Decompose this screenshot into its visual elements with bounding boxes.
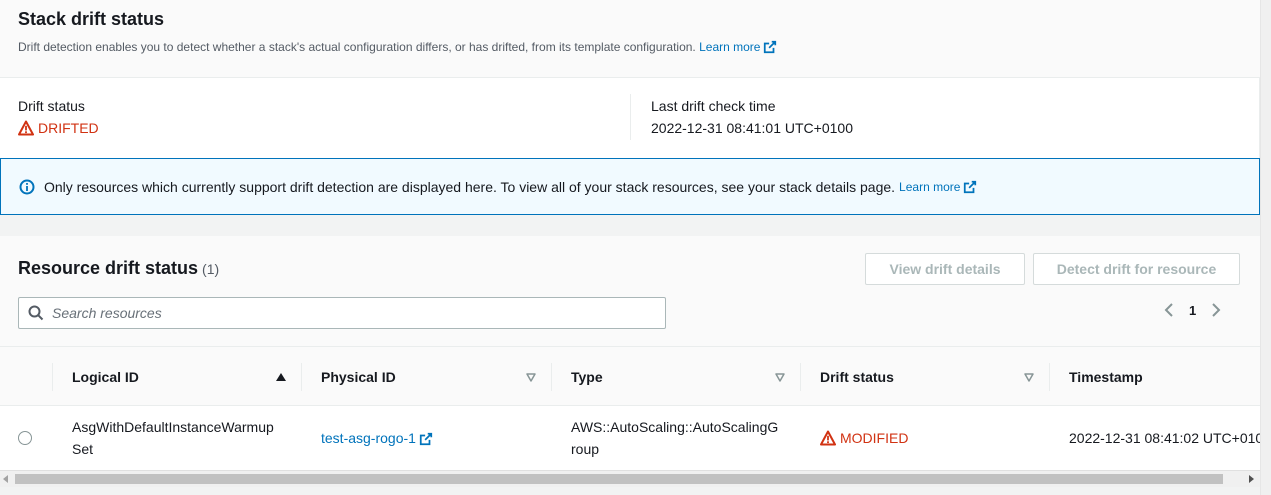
resource-drift-title-text: Resource drift status [18,258,199,278]
resource-drift-title: Resource drift status (1) [18,258,219,279]
view-drift-details-button[interactable]: View drift details [865,253,1025,285]
description-text: Drift detection enables you to detect wh… [18,40,696,54]
drift-status-text: DRIFTED [38,120,99,136]
column-divider [52,363,53,391]
resource-count: (1) [202,261,220,277]
resource-drift-section: Resource drift status (1) View drift deta… [0,236,1260,346]
column-label: Timestamp [1069,369,1143,385]
sort-icon [526,373,536,382]
search-icon [28,305,44,321]
logical-id-text: AsgWithDefaultInstanceWarmupSet [72,419,274,457]
pagination: 1 [1163,302,1222,318]
column-divider [1049,363,1050,391]
learn-more-link[interactable]: Learn more [699,40,777,54]
last-check-block: Last drift check time 2022-12-31 08:41:0… [630,94,853,140]
search-input[interactable] [52,305,632,321]
cell-type: AWS::AutoScaling::AutoScalingGroup [551,406,800,470]
sort-ascending-icon [276,373,286,381]
stack-drift-description: Drift detection enables you to detect wh… [18,40,777,54]
type-text: AWS::AutoScaling::AutoScalingGroup [571,419,779,457]
learn-more-label: Learn more [699,40,761,54]
physical-id-link[interactable]: test-asg-rogo-1 [321,430,433,446]
resource-table: Logical ID Physical ID Type Drift status… [0,346,1260,470]
sort-icon [775,373,785,382]
search-box [18,297,666,329]
row-select-radio[interactable] [18,431,32,445]
column-header-physical-id[interactable]: Physical ID [301,347,551,407]
info-banner-text: Only resources which currently support d… [44,178,896,195]
stack-drift-header: Stack drift status Drift detection enabl… [0,0,1260,78]
timestamp-text: 2022-12-31 08:41:02 UTC+0100 [1069,430,1260,446]
external-link-icon [419,432,433,446]
column-header-drift-status[interactable]: Drift status [800,347,1049,407]
scroll-right-arrow-icon[interactable] [1249,475,1254,483]
vertical-scrollbar[interactable] [1260,0,1271,495]
column-divider [301,363,302,391]
page-bottom [0,487,1260,495]
last-check-label: Last drift check time [651,98,776,114]
column-header-timestamp[interactable]: Timestamp [1049,347,1260,407]
page-number[interactable]: 1 [1189,303,1196,318]
info-learn-more-label: Learn more [899,179,961,194]
column-label: Type [571,369,603,385]
stack-drift-title: Stack drift status [18,9,165,29]
stack-drift-panel: Stack drift status Drift detection enabl… [0,0,1260,158]
external-link-icon [964,180,977,193]
column-label: Drift status [820,369,894,385]
column-header-logical-id[interactable]: Logical ID [52,347,301,407]
column-label: Physical ID [321,369,396,385]
info-learn-more-link[interactable]: Learn more [899,180,977,194]
scroll-left-arrow-icon[interactable] [3,475,8,483]
cell-timestamp: 2022-12-31 08:41:02 UTC+0100 [1049,406,1260,470]
drift-status-block: Drift status DRIFTED [18,98,99,136]
chevron-left-icon[interactable] [1163,302,1175,318]
info-icon [19,179,35,194]
column-header-type[interactable]: Type [551,347,800,407]
table-header: Logical ID Physical ID Type Drift status… [0,346,1260,406]
sort-icon [1024,373,1034,382]
chevron-right-icon[interactable] [1210,302,1222,318]
column-label: Logical ID [72,369,139,385]
column-divider [800,363,801,391]
cell-drift-status: MODIFIED [800,406,1049,470]
modified-text: MODIFIED [840,430,909,446]
modified-status: MODIFIED [820,430,908,446]
drift-status-label: Drift status [18,98,85,114]
physical-id-text: test-asg-rogo-1 [321,430,416,446]
external-link-icon [764,40,777,54]
warning-icon [18,120,34,136]
scrollbar-thumb[interactable] [15,474,1223,484]
warning-icon [820,430,836,446]
cell-physical-id: test-asg-rogo-1 [301,406,551,470]
info-banner: Only resources which currently support d… [0,158,1260,215]
last-check-value: 2022-12-31 08:41:01 UTC+0100 [651,120,853,136]
column-divider [551,363,552,391]
drift-status-value: DRIFTED [18,120,99,136]
table-row[interactable]: AsgWithDefaultInstanceWarmupSet test-asg… [0,406,1260,470]
cell-logical-id: AsgWithDefaultInstanceWarmupSet [52,406,292,470]
detect-drift-button[interactable]: Detect drift for resource [1033,253,1240,285]
horizontal-scrollbar[interactable] [0,470,1260,487]
